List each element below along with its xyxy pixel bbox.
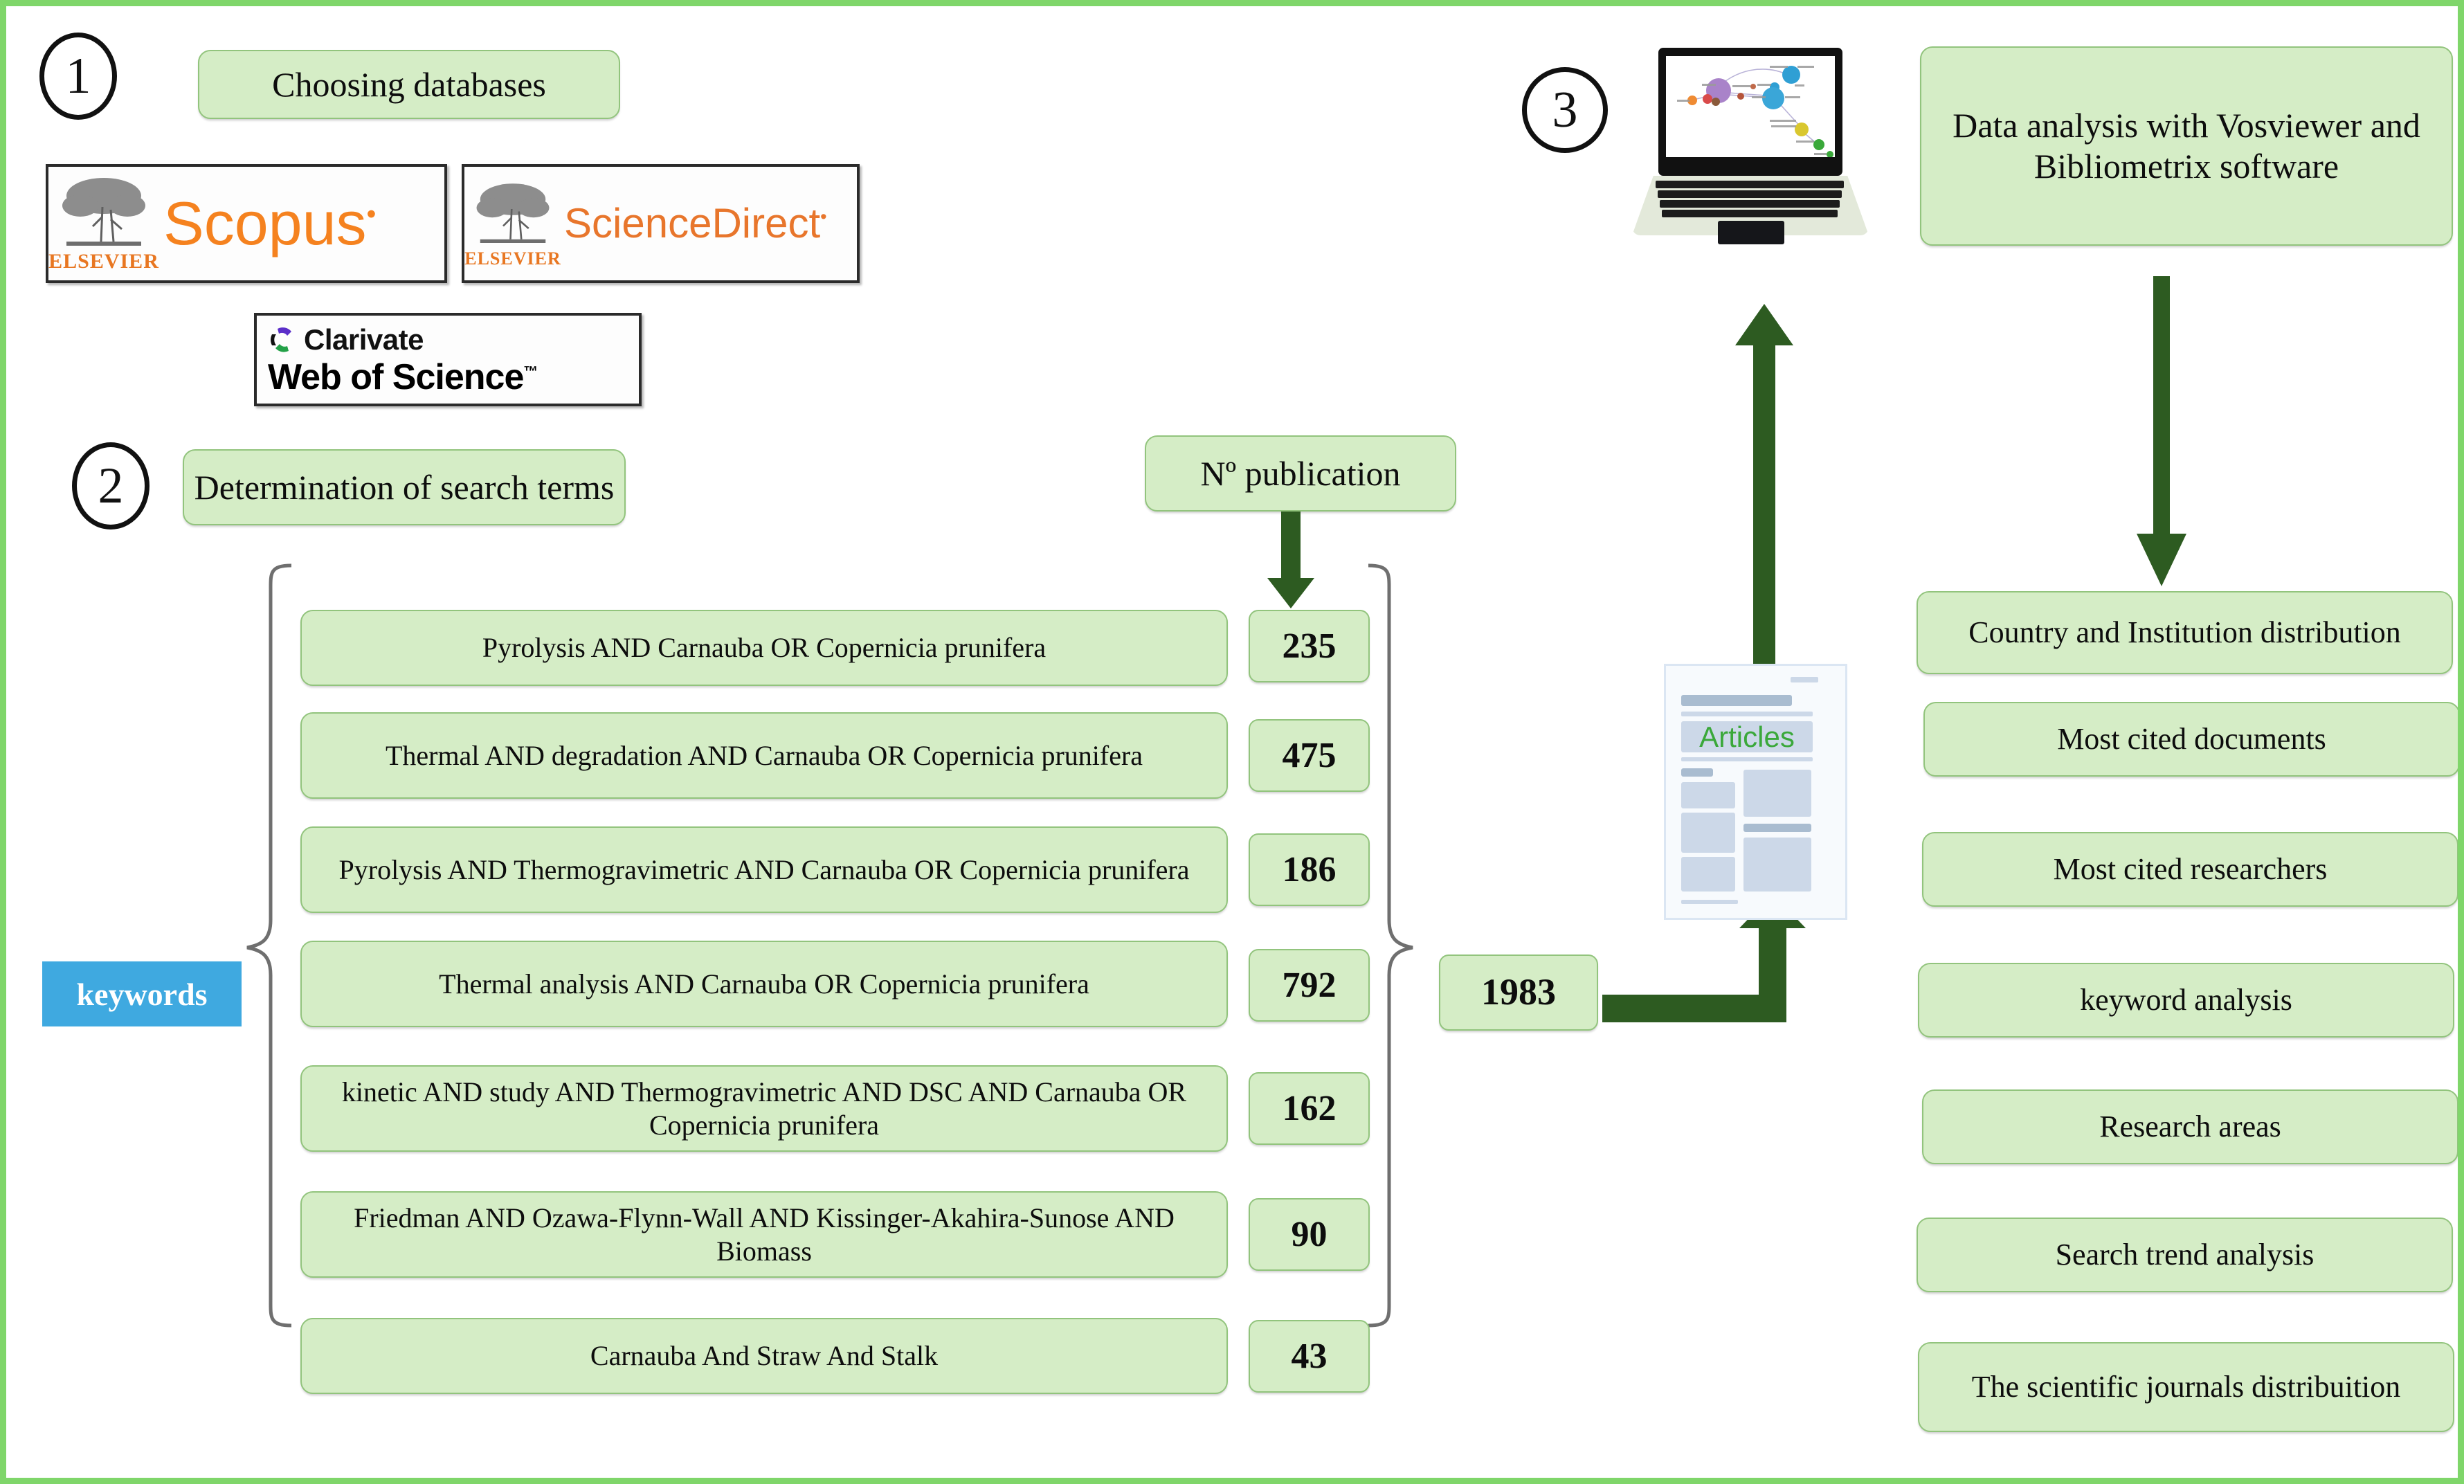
step-1-number: 1 (65, 47, 91, 105)
step-3-number: 3 (1552, 81, 1578, 138)
web-of-science-text: Web of Science (268, 356, 524, 397)
articles-document-icon: Articles (1664, 664, 1847, 920)
trademark-icon: ™ (523, 363, 538, 380)
output-item[interactable]: Search trend analysis (1917, 1218, 2453, 1292)
clarivate-mark-icon (271, 327, 291, 352)
web-of-science-name: Web of Science™ (268, 356, 538, 397)
step-1-title-box[interactable]: Choosing databases (198, 50, 620, 119)
publication-down-arrow-icon (1267, 512, 1314, 608)
search-term-query: Thermal AND degradation AND Carnauba OR … (385, 739, 1143, 771)
output-label: Research areas (2099, 1110, 2281, 1144)
search-term-count: 475 (1282, 735, 1337, 775)
step-1-title: Choosing databases (272, 64, 546, 104)
elsevier-wordmark: ELSEVIER (48, 250, 159, 273)
search-term-row[interactable]: Carnauba And Straw And Stalk (300, 1318, 1228, 1394)
search-term-count-box[interactable]: 186 (1249, 833, 1370, 906)
scopus-logo-box[interactable]: ELSEVIER Scopus• (46, 164, 447, 283)
elsevier-logo-scopus: ELSEVIER (48, 175, 159, 272)
search-term-query: kinetic AND study AND Thermogravimetric … (341, 1076, 1187, 1141)
output-label: keyword analysis (2080, 983, 2292, 1017)
output-item[interactable]: keyword analysis (1918, 963, 2454, 1038)
search-term-query: Pyrolysis AND Carnauba OR Copernicia pru… (482, 632, 1047, 664)
search-term-count: 186 (1282, 849, 1337, 889)
elsevier-logo-sciencedirect: ELSEVIER (464, 179, 561, 268)
output-label: The scientific journals distribuition (1971, 1370, 2401, 1404)
search-term-count-box[interactable]: 792 (1249, 949, 1370, 1022)
output-label: Country and Institution distribution (1968, 615, 2401, 650)
scopus-registered-icon: • (366, 199, 377, 230)
data-analysis-box[interactable]: Data analysis with Vosviewer and Bibliom… (1920, 46, 2453, 246)
total-publications-box[interactable]: 1983 (1439, 954, 1598, 1031)
laptop-icon (1629, 48, 1872, 255)
step-2-title-box[interactable]: Determination of search terms (183, 449, 626, 525)
output-label: Search trend analysis (2055, 1238, 2314, 1272)
search-term-query: Pyrolysis AND Thermogravimetric AND Carn… (338, 853, 1190, 885)
search-term-query: Friedman AND Ozawa-Flynn-Wall AND Kissin… (354, 1202, 1175, 1267)
search-term-count-box[interactable]: 90 (1249, 1198, 1370, 1271)
scopus-text: Scopus (163, 189, 367, 257)
web-of-science-logo-box[interactable]: Clarivate Web of Science™ (254, 313, 642, 406)
output-item[interactable]: Country and Institution distribution (1917, 591, 2453, 674)
elsevier-wordmark-2: ELSEVIER (464, 248, 561, 269)
search-term-count: 792 (1282, 965, 1337, 1005)
search-term-count-box[interactable]: 162 (1249, 1072, 1370, 1145)
search-term-count: 235 (1282, 626, 1337, 666)
search-term-count-box[interactable]: 235 (1249, 610, 1370, 682)
sciencedirect-wordmark: ScienceDirect• (564, 203, 827, 244)
network-graph-icon (1677, 66, 1833, 158)
total-right-bracket (1368, 563, 1413, 1328)
keywords-left-bracket (246, 563, 292, 1328)
laptop-keyboard-icon (1656, 181, 1845, 218)
keywords-tag[interactable]: keywords (42, 961, 242, 1026)
search-term-query: Thermal analysis AND Carnauba OR Coperni… (439, 968, 1089, 999)
search-term-row[interactable]: Pyrolysis AND Carnauba OR Copernicia pru… (300, 610, 1228, 686)
search-term-count: 90 (1291, 1214, 1328, 1254)
articles-to-laptop-arrow-icon (1735, 304, 1793, 664)
articles-label: Articles (1699, 721, 1795, 753)
search-term-row[interactable]: Thermal AND degradation AND Carnauba OR … (300, 712, 1228, 799)
output-item[interactable]: Research areas (1922, 1089, 2458, 1164)
sciencedirect-text: ScienceDirect (564, 200, 821, 246)
sciencedirect-registered-icon: • (820, 206, 827, 227)
publication-count-header[interactable]: Nº publication (1145, 435, 1456, 512)
step-3-badge: 3 (1522, 67, 1608, 153)
output-label: Most cited documents (2057, 722, 2326, 757)
step-2-badge: 2 (72, 442, 150, 530)
search-term-count-box[interactable]: 43 (1249, 1320, 1370, 1393)
total-publications-value: 1983 (1481, 971, 1556, 1013)
output-item[interactable]: Most cited documents (1923, 702, 2458, 777)
search-term-row[interactable]: kinetic AND study AND Thermogravimetric … (300, 1065, 1228, 1152)
output-item[interactable]: Most cited researchers (1922, 832, 2458, 907)
scopus-wordmark: Scopus• (163, 193, 376, 254)
search-term-count: 43 (1291, 1336, 1328, 1376)
search-term-count: 162 (1282, 1088, 1337, 1128)
clarivate-name: Clarivate (304, 323, 424, 356)
flowchart-canvas: 1 Choosing databases ELSEVIER Scopus• EL… (0, 0, 2464, 1484)
search-term-row[interactable]: Pyrolysis AND Thermogravimetric AND Carn… (300, 826, 1228, 913)
step-2-title: Determination of search terms (194, 467, 615, 507)
sciencedirect-logo-box[interactable]: ELSEVIER ScienceDirect• (462, 164, 860, 283)
laptop-trackpad-icon (1718, 221, 1784, 244)
analysis-to-outputs-arrow-icon (2137, 276, 2186, 586)
search-term-row[interactable]: Thermal analysis AND Carnauba OR Coperni… (300, 941, 1228, 1027)
search-term-query: Carnauba And Straw And Stalk (590, 1340, 939, 1372)
step-2-number: 2 (98, 457, 124, 514)
keywords-tag-label: keywords (76, 976, 208, 1012)
data-analysis-label: Data analysis with Vosviewer and Bibliom… (1953, 106, 2420, 186)
output-label: Most cited researchers (2053, 852, 2328, 887)
output-item[interactable]: The scientific journals distribuition (1918, 1342, 2454, 1432)
clarivate-logo: Clarivate Web of Science™ (257, 323, 538, 397)
publication-count-header-label: Nº publication (1200, 453, 1401, 493)
search-term-row[interactable]: Friedman AND Ozawa-Flynn-Wall AND Kissin… (300, 1191, 1228, 1278)
search-term-count-box[interactable]: 475 (1249, 719, 1370, 792)
step-1-badge: 1 (39, 33, 117, 120)
